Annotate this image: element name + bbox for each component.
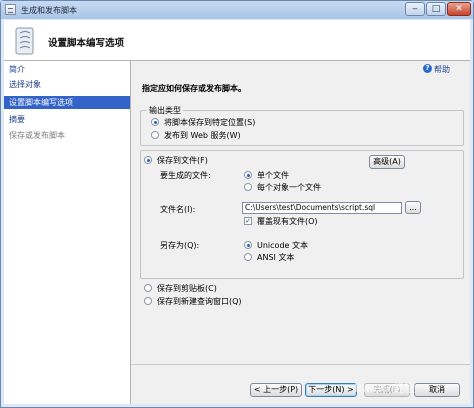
radio-save-to-file[interactable] [144, 156, 152, 164]
label-unicode-text: Unicode 文本 [257, 241, 308, 250]
radio-save-to-clipboard[interactable] [144, 284, 152, 292]
advanced-button[interactable]: 高级(A) [369, 155, 405, 169]
label-save-to-location: 将脚本保存到特定位置(S) [164, 118, 256, 127]
label-single-file: 单个文件 [257, 171, 289, 180]
sidebar-item-summary[interactable]: 摘要 [4, 113, 130, 126]
cancel-button[interactable]: 取消 [414, 383, 460, 397]
radio-ansi-text[interactable] [244, 253, 252, 261]
radio-save-to-location[interactable] [151, 118, 159, 126]
label-ansi-text: ANSI 文本 [257, 253, 295, 262]
label-publish-web-service: 发布到 Web 服务(W) [164, 131, 241, 140]
wizard-content: 设置脚本编写选项 简介 选择对象 设置脚本编写选项 摘要 保存或发布脚本 ? 帮… [4, 20, 470, 404]
sidebar-item-intro[interactable]: 简介 [4, 63, 130, 76]
wizard-header: 设置脚本编写选项 [4, 20, 470, 61]
app-icon [5, 4, 16, 15]
radio-file-per-object[interactable] [244, 183, 252, 191]
sidebar-item-choose-objects[interactable]: 选择对象 [4, 78, 130, 91]
help-link[interactable]: 帮助 [434, 64, 450, 75]
filename-input[interactable]: C:\Users\test\Documents\script.sql [242, 202, 402, 214]
label-save-to-clipboard: 保存到剪贴板(C) [157, 284, 217, 293]
sidebar-item-scripting-options[interactable]: 设置脚本编写选项 [4, 96, 130, 109]
radio-single-file[interactable] [244, 171, 252, 179]
close-button[interactable]: ✕ [447, 2, 471, 16]
label-file-per-object: 每个对象一个文件 [257, 183, 321, 192]
radio-publish-web-service[interactable] [151, 131, 159, 139]
previous-button[interactable]: < 上一步(P) [250, 383, 302, 397]
script-scroll-icon [15, 27, 34, 55]
maximize-button[interactable]: □ [426, 2, 446, 16]
overwrite-label: 覆盖现有文件(O) [257, 217, 318, 226]
page-title: 设置脚本编写选项 [48, 38, 125, 49]
next-button[interactable]: 下一步(N) > [305, 383, 357, 397]
radio-save-to-new-query[interactable] [144, 297, 152, 305]
help-icon[interactable]: ? [423, 64, 432, 73]
output-type-legend: 输出类型 [147, 105, 183, 116]
wizard-sidebar: 简介 选择对象 设置脚本编写选项 摘要 保存或发布脚本 [4, 61, 131, 404]
label-save-to-new-query: 保存到新建查询窗口(Q) [157, 297, 242, 306]
watermark: Baidu 经验 [354, 382, 416, 395]
label-save-to-file: 保存到文件(F) [157, 156, 208, 165]
window-title: 生成和发布脚本 [21, 6, 77, 15]
sidebar-item-save-or-publish: 保存或发布脚本 [9, 131, 65, 140]
wizard-window: 生成和发布脚本 ‒ □ ✕ 设置脚本编写选项 简介 选择对象 设置脚本编写选项 … [0, 0, 474, 408]
minimize-button[interactable]: ‒ [405, 2, 425, 16]
instruction-text: 指定应如何保存或发布脚本。 [142, 84, 246, 93]
save-as-label: 另存为(Q): [160, 241, 200, 250]
browse-button[interactable]: ... [405, 201, 421, 214]
filename-label: 文件名(I): [160, 205, 196, 214]
radio-unicode-text[interactable] [244, 241, 252, 249]
files-to-generate-label: 要生成的文件: [160, 171, 211, 180]
overwrite-checkbox[interactable]: ✓ [244, 217, 252, 225]
footer-divider [131, 364, 470, 365]
title-bar[interactable]: 生成和发布脚本 ‒ □ ✕ [1, 1, 473, 19]
